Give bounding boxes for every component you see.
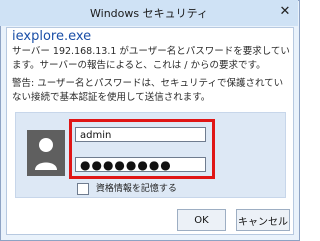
server-message: サーバー 192.168.13.1 がユーザー名とパスワードを要求しています。サ… — [12, 46, 290, 71]
app-name: iexplore.exe — [12, 29, 92, 44]
close-icon[interactable]: ✕ — [277, 4, 293, 20]
cancel-button[interactable]: キャンセル — [236, 209, 290, 231]
remember-checkbox[interactable] — [77, 182, 89, 195]
remember-credentials[interactable]: 資格情報を記憶する — [77, 181, 177, 195]
username-input[interactable]: admin — [75, 127, 206, 142]
ok-button[interactable]: OK — [177, 209, 226, 231]
security-warning: 警告: ユーザー名とパスワードは、セキュリティで保護されていない接続で基本認証を… — [12, 78, 284, 103]
password-input[interactable]: ●●●●●●●● — [75, 157, 206, 172]
remember-label: 資格情報を記憶する — [95, 184, 177, 194]
window-title: Windows セキュリティ — [90, 7, 208, 20]
user-avatar-icon — [27, 130, 65, 176]
title-bar: Windows セキュリティ ✕ — [0, 0, 298, 26]
